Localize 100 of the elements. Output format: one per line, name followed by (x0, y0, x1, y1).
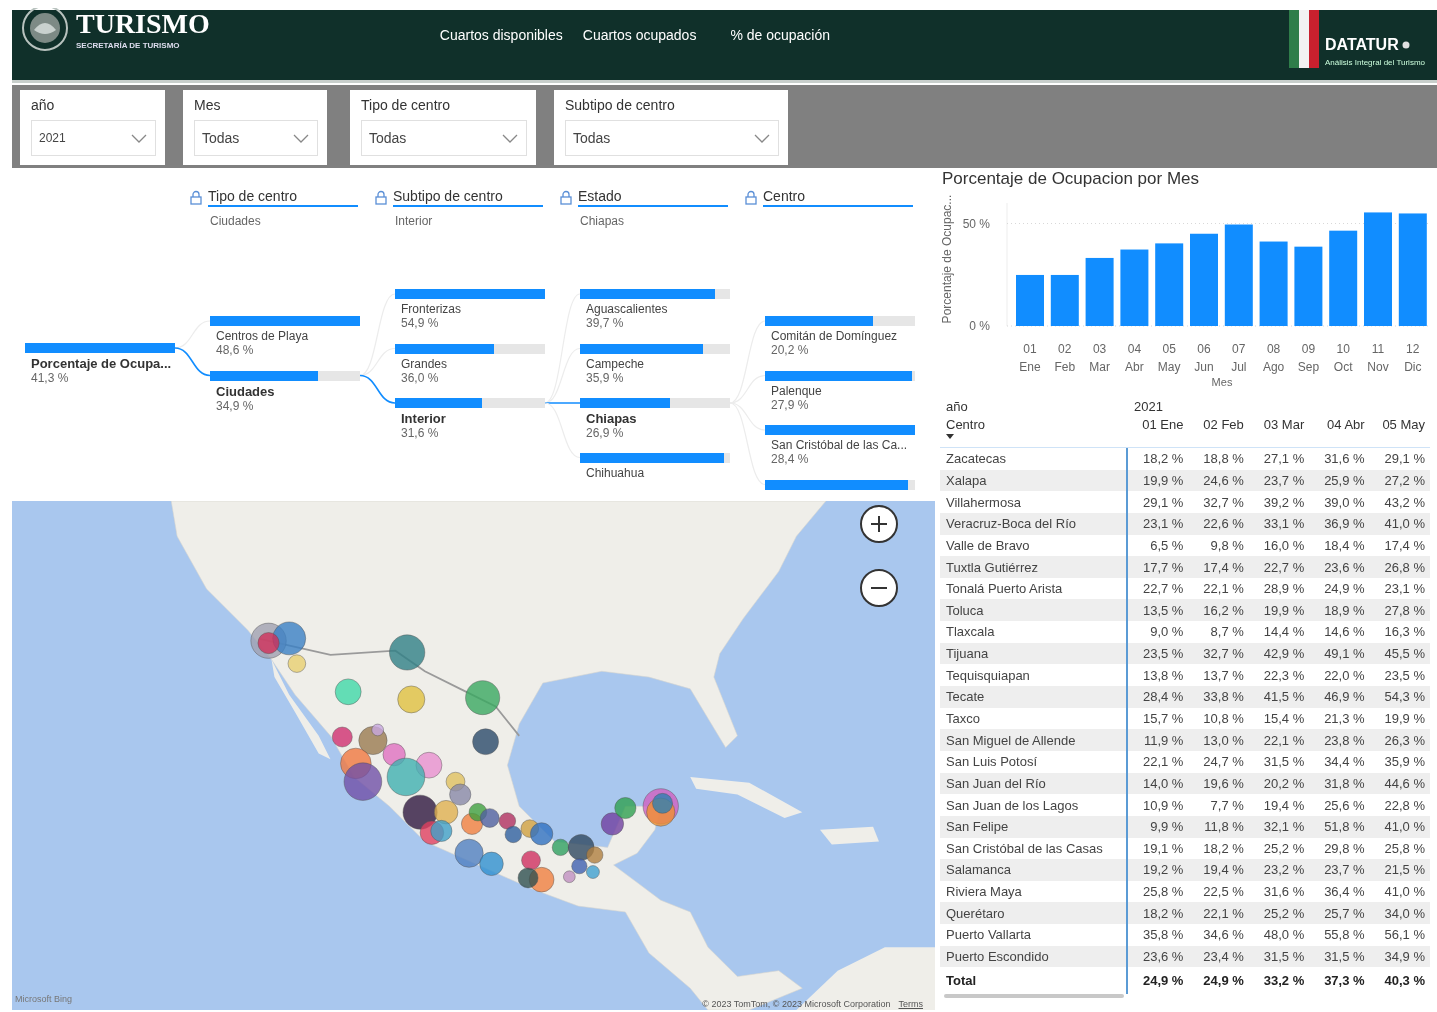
table-cell-text: 16,2 % (1202, 602, 1245, 618)
table-cell-text: 22,8 % (1383, 797, 1427, 813)
table-cell-text: 23,1 % (1141, 516, 1185, 532)
table-cell-text: 24,9 % (1202, 973, 1245, 989)
table-cell-text: 28,4 % (1141, 689, 1185, 705)
x-tick-label: 11 Nov (1367, 342, 1389, 374)
bar[interactable] (1050, 274, 1079, 326)
node-value: 28,4 % (771, 452, 810, 466)
node-bar[interactable] (765, 316, 915, 326)
node-bar[interactable] (580, 343, 730, 354)
node-bar[interactable] (210, 370, 360, 381)
table-cell-text: 24,7 % (1202, 754, 1245, 770)
table-cell-text: 21,3 % (1323, 711, 1366, 726)
filter-label: Subtipo de centro (565, 97, 676, 113)
table-cell-text: 43,2 % (1383, 494, 1427, 510)
node-bar[interactable] (580, 398, 730, 408)
table-cell-text: 23,2 % (1262, 862, 1306, 878)
table-cell-text: 25,2 % (1262, 905, 1306, 921)
node-value: 26,9 % (586, 426, 625, 440)
table-cell-text: 6,5 % (1149, 537, 1185, 553)
table-cell-text: 11,8 % (1203, 819, 1245, 835)
bar[interactable] (1224, 224, 1253, 326)
node-label: Campeche (586, 356, 646, 371)
table-cell-text: Toluca (945, 602, 985, 618)
tree-level-selection: Chiapas (580, 214, 625, 228)
table-cell-text: San Cristóbal de las Casas (945, 840, 1104, 856)
filter-dropdown[interactable]: Todas (565, 120, 779, 156)
table-cell-text: 8,7 % (1209, 624, 1245, 640)
table-cell-text: 14,4 % (1262, 624, 1306, 640)
table-cell-text: 25,9 % (1323, 472, 1366, 488)
x-tick-label: 07 Jul (1231, 342, 1247, 374)
filter-label: Mes (194, 97, 222, 113)
table-cell-text: 14,6 % (1323, 624, 1366, 640)
node-value: 20,2 % (771, 343, 810, 357)
filter-dropdown[interactable]: Todas (361, 120, 527, 156)
table-cell-text: 31,5 % (1323, 949, 1366, 965)
terms-link[interactable]: Terms (898, 999, 923, 1009)
x-tick-label: 12 Dic (1404, 342, 1422, 374)
chevron-down-icon (502, 133, 518, 143)
dot-icon (1401, 41, 1410, 49)
table-cell-text: 16,3 % (1383, 624, 1427, 640)
table-cell-text: 23,5 % (1141, 646, 1185, 662)
table-cell-text: 21,5 % (1383, 862, 1427, 878)
table-cell-text: 18,8 % (1202, 451, 1245, 467)
node-value: 54,9 % (401, 316, 440, 330)
nav-link[interactable]: Cuartos disponibles (439, 27, 563, 43)
bar[interactable] (1294, 246, 1323, 326)
node-label: Palenque (771, 383, 823, 398)
table-cell-text: Tequisquiapan (945, 667, 1031, 683)
scrollbar[interactable] (944, 994, 1124, 999)
lock-icon (745, 190, 757, 205)
sort-down-icon (946, 434, 954, 439)
table-cell-text: 49,1 % (1323, 646, 1366, 662)
x-tick-label: 05 May (1157, 342, 1181, 374)
table-cell-text: 25,2 % (1262, 840, 1306, 856)
column-header[interactable]: Centro (946, 417, 1128, 432)
table-cell-text: 41,0 % (1383, 884, 1427, 900)
bar[interactable] (1398, 213, 1427, 326)
nav-link[interactable]: % de ocupación (730, 27, 831, 43)
x-tick-label: 09 Sep (1297, 342, 1320, 374)
node-value: 39,7 % (586, 316, 625, 330)
table-cell-text: 18,2 % (1141, 451, 1185, 467)
bar[interactable] (1259, 241, 1288, 326)
bar[interactable] (1155, 243, 1184, 326)
tree-level-header[interactable]: Tipo de centro (208, 188, 358, 207)
node-bar[interactable] (395, 398, 545, 408)
table-cell-text: 54,3 % (1383, 689, 1427, 705)
table-cell-text: 27,2 % (1383, 472, 1427, 488)
table-cell-text: Riviera Maya (945, 884, 1023, 900)
table-cell-text: Total (945, 973, 978, 989)
table-cell-text: 28,9 % (1262, 581, 1306, 597)
bar[interactable] (1120, 249, 1149, 326)
table-cell-text: 13,7 % (1202, 667, 1245, 683)
y-tick-label: 0 % (969, 319, 990, 333)
table-cell-text: 26,3 % (1383, 732, 1427, 748)
table-cell-text: San Juan del Río (945, 775, 1047, 791)
tree-level-header[interactable]: Estado (578, 188, 728, 207)
nav-link[interactable]: Cuartos ocupados (582, 27, 697, 43)
filter-dropdown[interactable]: 2021 (31, 120, 156, 156)
table-cell-text: 31,6 % (1323, 451, 1366, 467)
table-cell-text: 33,2 % (1262, 973, 1306, 989)
x-tick-label: 06 Jun (1194, 342, 1214, 374)
table-cell-text: 18,2 % (1202, 840, 1245, 856)
filter-label: año (31, 97, 56, 113)
tree-level-header[interactable]: Centro (763, 188, 913, 207)
x-tick-label: 08 Ago (1262, 342, 1285, 374)
table-cell-text: 19,9 % (1383, 711, 1427, 726)
bar[interactable] (1329, 230, 1358, 326)
x-tick-label: 02 Feb (1054, 342, 1076, 374)
table-cell-text: Puerto Vallarta (945, 927, 1033, 943)
filter-dropdown[interactable]: Todas (194, 120, 318, 156)
bar[interactable] (1085, 257, 1114, 326)
lock-icon (560, 190, 572, 205)
table-cell-text: 24,9 % (1141, 973, 1185, 989)
table-cell-text: San Miguel de Allende (945, 732, 1077, 748)
chevron-down-icon (131, 133, 147, 143)
tree-level-header[interactable]: Subtipo de centro (393, 188, 543, 207)
node-bar[interactable] (395, 343, 545, 354)
table-cell-text: Tuxtla Gutiérrez (945, 559, 1039, 575)
table-cell-text: Veracruz-Boca del Río (945, 516, 1078, 532)
